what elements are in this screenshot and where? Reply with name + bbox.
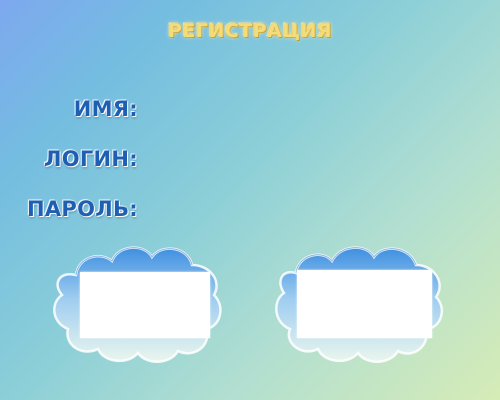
name-label: ИМЯ: (73, 97, 138, 121)
right-cloud-white-panel (297, 270, 432, 338)
login-label: ЛОГИН: (43, 147, 138, 171)
left-cloud-white-panel (80, 272, 210, 338)
page-title: РЕГИСТРАЦИЯ (167, 20, 333, 42)
password-label: ПАРОЛЬ: (26, 197, 138, 221)
left-cloud-button[interactable] (48, 237, 228, 367)
right-cloud-button[interactable] (270, 237, 450, 367)
